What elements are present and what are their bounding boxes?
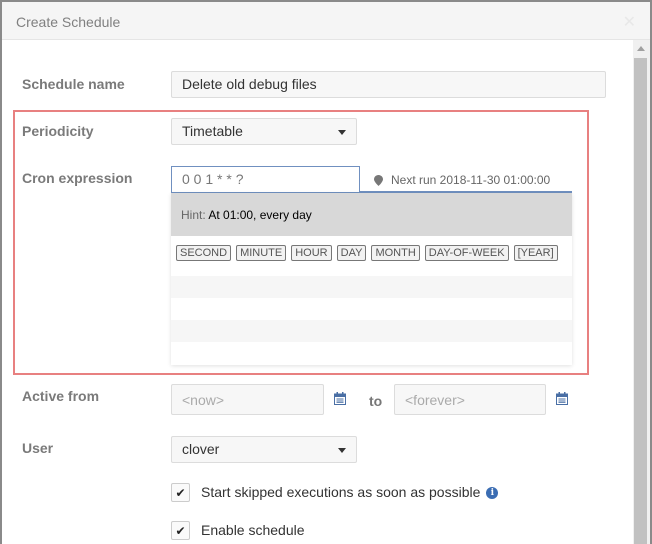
chevron-down-icon [338, 448, 346, 453]
hint-text: At 01:00, every day [208, 208, 312, 222]
to-label: to [369, 393, 383, 409]
chevron-down-icon [338, 130, 346, 135]
dropdown-row [171, 320, 572, 342]
dropdown-row [171, 298, 572, 320]
calendar-icon[interactable] [334, 392, 346, 405]
cron-expression-label: Cron expression [22, 170, 133, 186]
cron-part-year: [YEAR] [513, 245, 558, 261]
cron-parts: SECOND MINUTE HOUR DAY MONTH DAY-OF-WEEK… [171, 236, 572, 276]
cron-part-day: DAY [336, 245, 367, 261]
active-from-label: Active from [22, 388, 100, 404]
create-schedule-dialog: Create Schedule ✕ Schedule name Delete o… [0, 0, 652, 544]
active-to-input[interactable]: <forever> [394, 384, 546, 415]
cron-expression-input[interactable]: 0 0 1 * * ? [171, 166, 360, 193]
user-value: clover [182, 441, 220, 457]
periodicity-value: Timetable [182, 123, 243, 139]
periodicity-select[interactable]: Timetable [171, 118, 357, 145]
cron-hint: Hint: At 01:00, every day [171, 193, 572, 236]
cron-part-minute: MINUTE [236, 245, 287, 261]
next-run-text: Next run 2018-11-30 01:00:00 [391, 173, 551, 187]
dropdown-row [171, 276, 572, 298]
scroll-thumb[interactable] [634, 58, 647, 544]
dropdown-row [171, 342, 572, 364]
start-skipped-label: Start skipped executions as soon as poss… [201, 484, 499, 500]
enable-schedule-checkbox[interactable]: ✔ [171, 521, 190, 540]
cron-part-month: MONTH [371, 245, 420, 261]
calendar-icon[interactable] [556, 392, 568, 405]
schedule-name-input[interactable]: Delete old debug files [171, 71, 606, 98]
cron-part-second: SECOND [176, 245, 232, 261]
info-icon[interactable]: i [486, 487, 499, 500]
periodicity-label: Periodicity [22, 123, 94, 139]
dialog-header: Create Schedule ✕ [2, 2, 650, 40]
cron-part-hour: HOUR [291, 245, 332, 261]
start-skipped-text: Start skipped executions as soon as poss… [201, 484, 481, 500]
user-select[interactable]: clover [171, 436, 357, 463]
cron-hint-dropdown: Hint: At 01:00, every day SECOND MINUTE … [171, 193, 572, 365]
user-label: User [22, 440, 54, 456]
start-skipped-checkbox[interactable]: ✔ [171, 483, 190, 502]
enable-schedule-label: Enable schedule [201, 522, 305, 538]
active-from-input[interactable]: <now> [171, 384, 324, 415]
cron-part-day-of-week: DAY-OF-WEEK [424, 245, 509, 261]
map-pin-icon [374, 174, 383, 186]
hint-label: Hint: [181, 208, 206, 222]
scrollbar[interactable] [633, 40, 650, 544]
schedule-name-label: Schedule name [22, 76, 125, 92]
scroll-up-arrow-icon[interactable] [637, 46, 645, 51]
dialog-title: Create Schedule [16, 14, 121, 30]
next-run: Next run 2018-11-30 01:00:00 [374, 173, 550, 187]
checkmark-icon: ✔ [175, 523, 186, 538]
checkmark-icon: ✔ [175, 485, 186, 500]
close-icon[interactable]: ✕ [623, 12, 636, 32]
